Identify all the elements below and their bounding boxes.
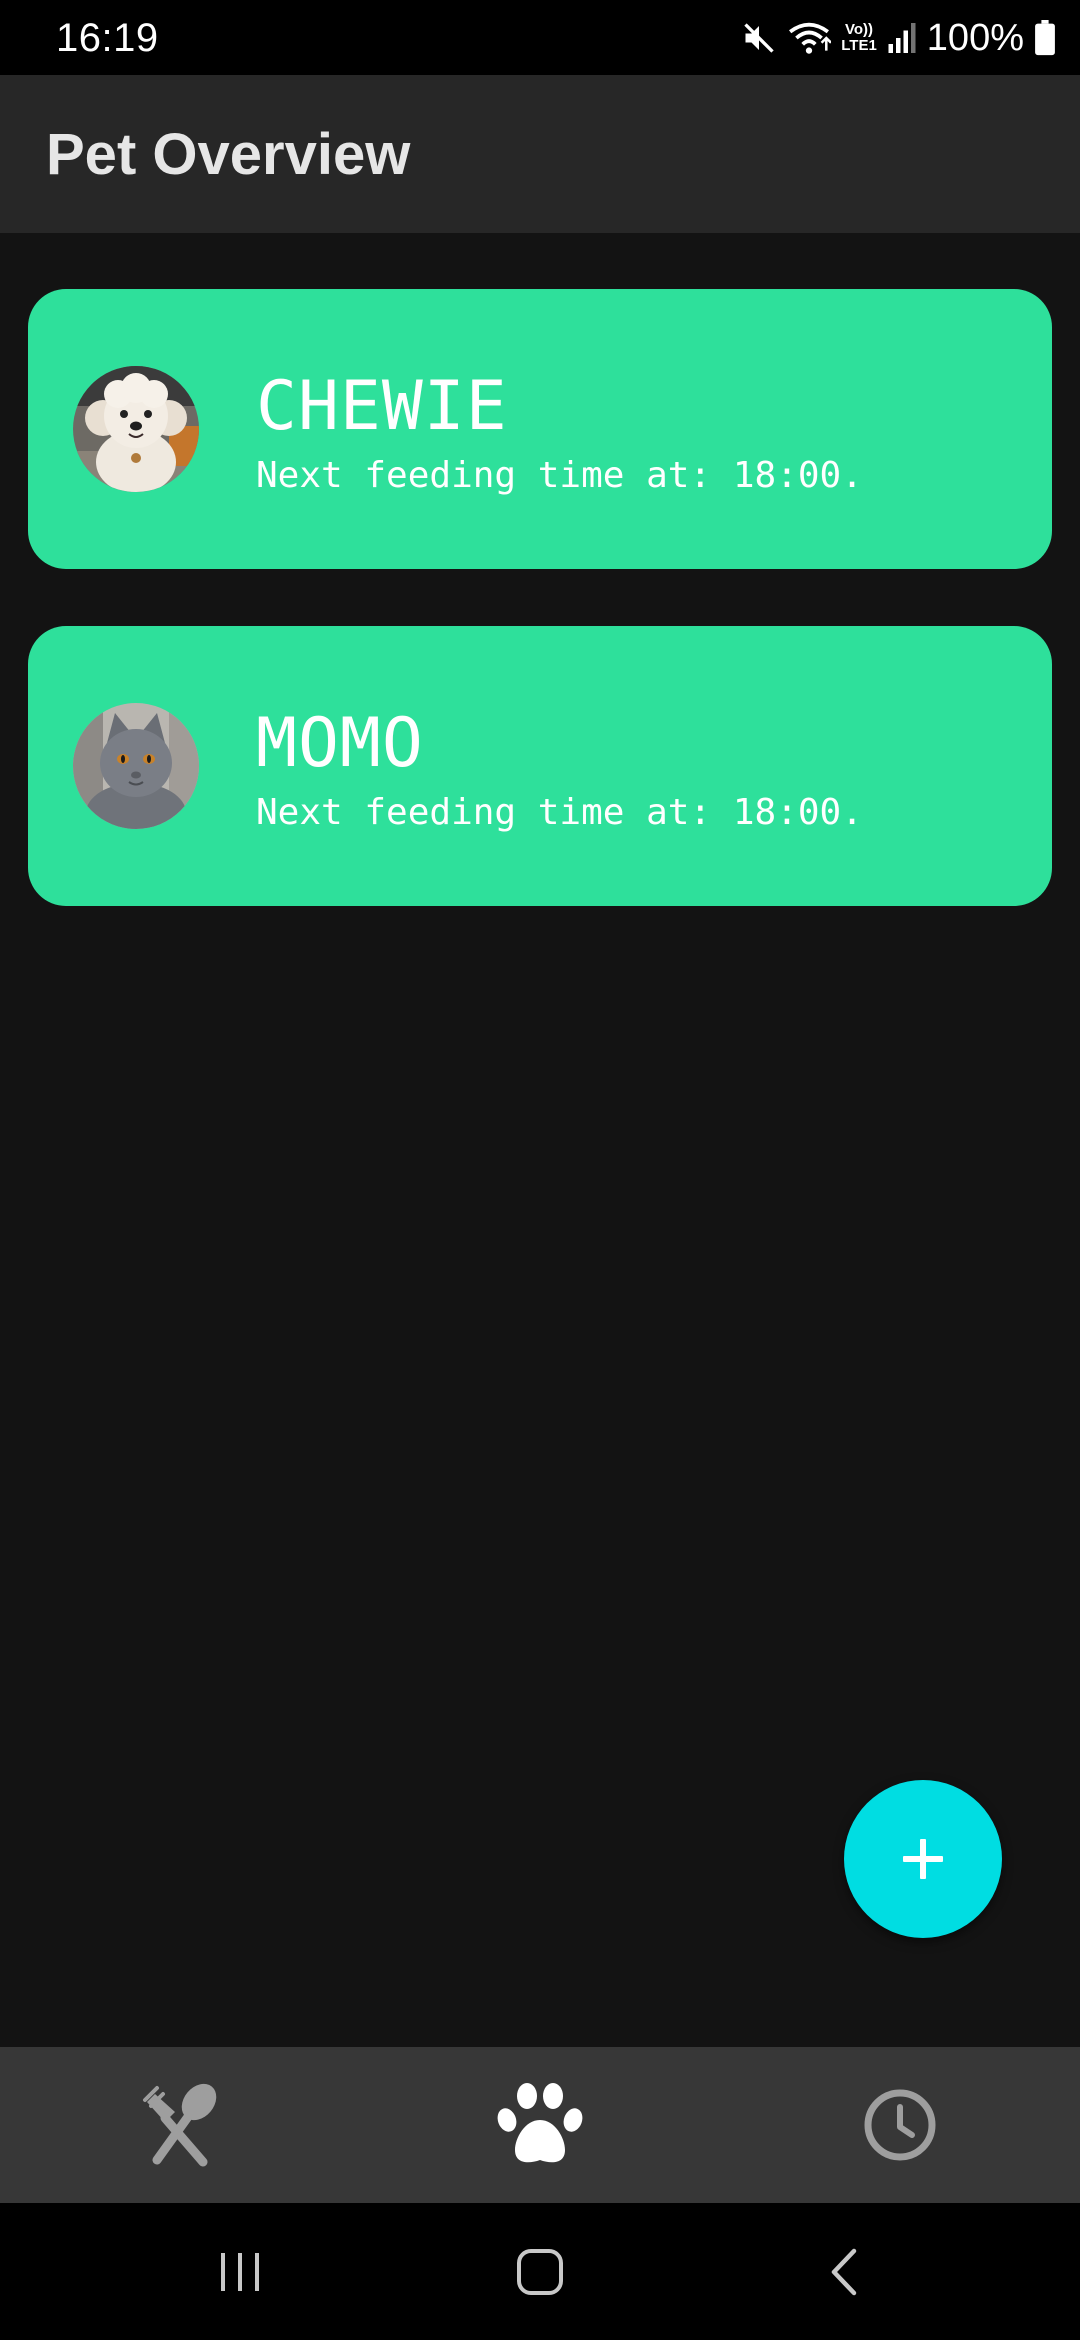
battery-percent: 100% [926,16,1024,59]
status-bar: 16:19 Vo)) LTE1 100% [0,0,1080,75]
pet-feeding-time: Next feeding time at: 18:00. [256,792,863,833]
status-icons: Vo)) LTE1 100% [741,12,1056,64]
recents-icon [221,2252,259,2291]
battery-icon [1034,20,1056,56]
volte-icon: Vo)) LTE1 [841,22,877,54]
nav-item-history[interactable] [800,2047,1000,2203]
pet-name: MOMO [256,704,424,783]
cat-photo [73,703,199,829]
status-time: 16:19 [56,16,159,60]
pet-avatar-dog [73,366,199,492]
nav-item-pets[interactable] [440,2047,640,2203]
volte-bottom-label: LTE1 [841,37,877,54]
pet-feeding-time: Next feeding time at: 18:00. [256,455,863,496]
dog-photo [73,366,199,492]
back-button[interactable] [764,2203,924,2340]
clock-icon [864,2089,936,2161]
app-bar: Pet Overview [0,75,1080,233]
volte-top-label: Vo)) [844,21,874,38]
plus-icon [903,1839,943,1879]
mute-icon [741,20,777,56]
screen: 16:19 Vo)) LTE1 100% Pet Overview CHEWIE… [0,0,1080,2340]
pet-name: CHEWIE [256,367,508,446]
system-navigation [0,2203,1080,2340]
back-icon [831,2248,857,2295]
fork-spoon-icon [143,2083,217,2167]
pet-list: CHEWIE Next feeding time at: 18:00. MOMO… [28,289,1052,963]
wifi-icon [787,20,832,56]
recents-button[interactable] [160,2203,320,2340]
pet-card-momo[interactable]: MOMO Next feeding time at: 18:00. [28,626,1052,906]
paw-icon [497,2083,583,2163]
home-button[interactable] [460,2203,620,2340]
bottom-navigation [0,2047,1080,2203]
pet-avatar-cat [73,703,199,829]
home-icon [517,2248,563,2295]
nav-item-feeding[interactable] [80,2047,280,2203]
add-pet-button[interactable] [844,1780,1002,1938]
page-title: Pet Overview [46,122,411,187]
pet-card-chewie[interactable]: CHEWIE Next feeding time at: 18:00. [28,289,1052,569]
signal-icon [887,21,917,55]
